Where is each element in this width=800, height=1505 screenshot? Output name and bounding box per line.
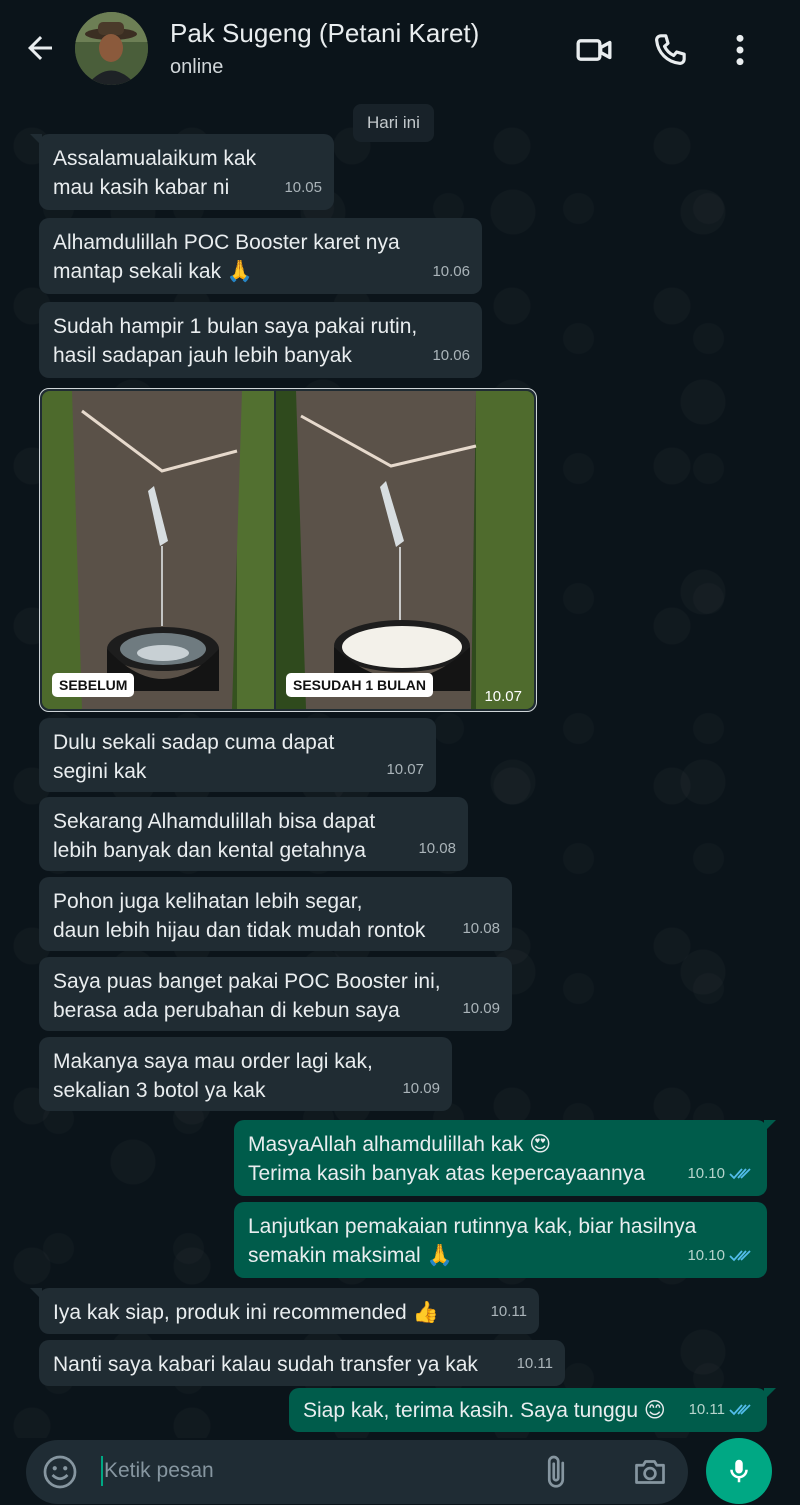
- date-chip: Hari ini: [353, 104, 434, 142]
- message-bubble[interactable]: Sudah hampir 1 bulan saya pakai rutin, h…: [39, 302, 482, 378]
- read-ticks-icon: [729, 1403, 751, 1415]
- chat-header: Pak Sugeng (Petani Karet) online: [0, 0, 800, 98]
- attach-icon[interactable]: [538, 1454, 574, 1490]
- message-bubble[interactable]: Makanya saya mau order lagi kak, sekalia…: [39, 1037, 452, 1111]
- avatar[interactable]: [75, 12, 148, 85]
- message-time: 10.10: [687, 1165, 725, 1182]
- message-text: Alhamdulillah POC Booster karet nya mant…: [53, 231, 400, 283]
- before-photo[interactable]: SEBELUM: [42, 391, 274, 709]
- message-time: 10.06: [432, 263, 470, 280]
- message-time: 10.08: [462, 920, 500, 937]
- after-photo[interactable]: SESUDAH 1 BULAN: [276, 391, 534, 709]
- message-time: 10.07: [386, 761, 424, 778]
- emoji-icon[interactable]: [42, 1454, 78, 1490]
- mic-button[interactable]: [706, 1438, 772, 1504]
- message-bubble[interactable]: Siap kak, terima kasih. Saya tunggu 😊 10…: [289, 1388, 776, 1432]
- message-bubble[interactable]: Sekarang Alhamdulillah bisa dapat lebih …: [39, 797, 468, 871]
- message-text: Sekarang Alhamdulillah bisa dapat lebih …: [53, 810, 376, 862]
- message-text: Siap kak, terima kasih. Saya tunggu 😊: [303, 1399, 666, 1422]
- message-time: 10.08: [418, 840, 456, 857]
- camera-icon[interactable]: [632, 1454, 668, 1490]
- message-bubble[interactable]: Pohon juga kelihatan lebih segar, daun l…: [39, 877, 512, 951]
- message-bubble[interactable]: Dulu sekali sadap cuma dapat segini kak …: [39, 718, 436, 792]
- message-text: Nanti saya kabari kalau sudah transfer y…: [53, 1353, 478, 1376]
- message-time: 10.10: [687, 1247, 725, 1264]
- message-text: Assalamualaikum kak mau kasih kabar ni: [53, 147, 257, 199]
- message-bubble[interactable]: Iya kak siap, produk ini recommended 👍 1…: [30, 1288, 539, 1334]
- message-bubble[interactable]: Nanti saya kabari kalau sudah transfer y…: [39, 1340, 565, 1386]
- video-call-icon[interactable]: [574, 30, 614, 70]
- message-time: 10.06: [432, 347, 470, 364]
- image-message[interactable]: SEBELUM SESUDAH 1 BULAN 10.07: [39, 388, 537, 712]
- message-time: 10.09: [462, 1000, 500, 1017]
- message-time: 10.09: [402, 1080, 440, 1097]
- phone-icon[interactable]: [650, 30, 690, 70]
- message-text: Lanjutkan pemakaian rutinnya kak, biar h…: [248, 1215, 697, 1267]
- message-time: 10.05: [284, 179, 322, 196]
- read-ticks-icon: [729, 1249, 751, 1261]
- text-caret: [101, 1456, 103, 1486]
- contact-name[interactable]: Pak Sugeng (Petani Karet): [170, 18, 479, 49]
- message-time: 10.07: [484, 688, 522, 705]
- message-text: MasyaAllah alhamdulillah kak 😍 Terima ka…: [248, 1133, 645, 1185]
- message-text: Makanya saya mau order lagi kak, sekalia…: [53, 1050, 373, 1102]
- message-input[interactable]: Ketik pesan: [104, 1459, 214, 1483]
- message-text: Saya puas banget pakai POC Booster ini, …: [53, 970, 441, 1022]
- before-label: SEBELUM: [52, 673, 135, 697]
- after-label: SESUDAH 1 BULAN: [286, 673, 434, 697]
- contact-status: online: [170, 56, 224, 78]
- message-text: Pohon juga kelihatan lebih segar, daun l…: [53, 890, 426, 942]
- message-text: Iya kak siap, produk ini recommended 👍: [53, 1301, 439, 1324]
- message-time: 10.11: [688, 1401, 725, 1418]
- more-vert-icon[interactable]: [720, 30, 760, 70]
- message-text: Dulu sekali sadap cuma dapat segini kak: [53, 731, 335, 783]
- back-arrow-icon[interactable]: [22, 30, 58, 66]
- message-bubble[interactable]: Assalamualaikum kak mau kasih kabar ni 1…: [30, 134, 334, 210]
- message-text: Sudah hampir 1 bulan saya pakai rutin, h…: [53, 315, 418, 367]
- mic-icon: [730, 1459, 748, 1483]
- read-ticks-icon: [729, 1167, 751, 1179]
- message-input-bar: Ketik pesan: [26, 1440, 688, 1504]
- message-time: 10.11: [516, 1355, 553, 1372]
- message-time: 10.11: [490, 1303, 527, 1320]
- message-bubble[interactable]: Alhamdulillah POC Booster karet nya mant…: [39, 218, 482, 294]
- message-bubble[interactable]: Saya puas banget pakai POC Booster ini, …: [39, 957, 512, 1031]
- message-bubble[interactable]: MasyaAllah alhamdulillah kak 😍 Terima ka…: [234, 1120, 776, 1196]
- message-bubble[interactable]: Lanjutkan pemakaian rutinnya kak, biar h…: [234, 1202, 767, 1278]
